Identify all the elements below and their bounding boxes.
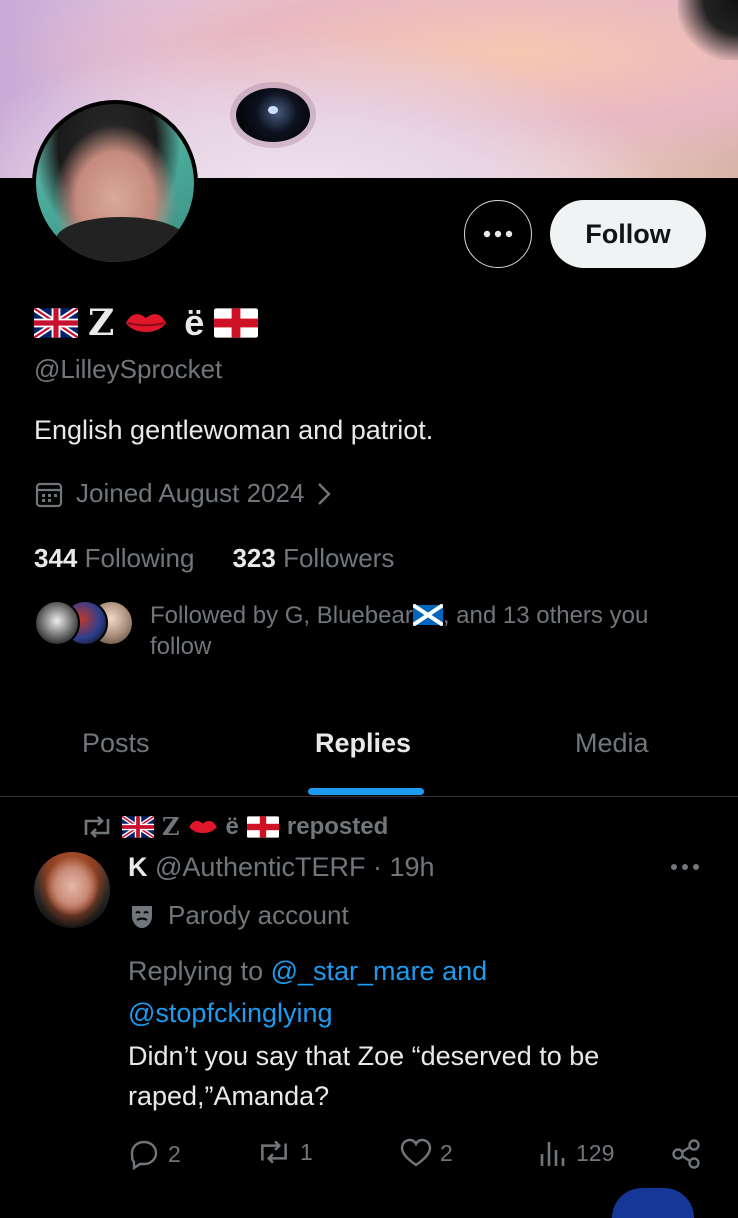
post-actions: 2 1 2 129 [128,1138,708,1178]
lips-icon [126,314,167,332]
joined-text: Joined August 2024 [76,478,305,508]
parody-label: Parody account [128,900,349,931]
banner-dog-eye [236,88,310,142]
repost-context[interactable]: Z ë reposted [80,812,388,841]
like-icon [400,1138,432,1167]
post-author-handle[interactable]: @AuthenticTERF [155,852,365,882]
reply-button[interactable]: 2 [128,1138,181,1170]
repost-name-suffix: ë [225,812,239,840]
followers-link[interactable]: 323 Followers [232,543,394,574]
profile-bio: English gentlewoman and patriot. [34,415,434,445]
scotland-flag-icon [411,603,444,627]
followed-by-row[interactable]: Followed by G, Bluebear , and 13 others … [34,600,690,662]
more-icon [671,864,699,870]
more-icon [483,230,513,238]
repost-icon [261,1140,287,1164]
views-button[interactable]: 129 [538,1138,614,1168]
post-text: Didn’t you say that Zoe “deserved to be … [128,1041,600,1111]
replying-to: Replying to @_star_mare and @stopfckingl… [128,950,688,1034]
avatar-shirt [56,217,186,262]
tabs-divider [0,796,738,797]
profile-avatar[interactable] [32,100,198,266]
repost-label: reposted [286,812,389,840]
lips-icon [188,820,217,833]
share-button[interactable] [670,1138,702,1170]
display-name-suffix: ë [184,302,205,343]
like-button[interactable]: 2 [400,1138,453,1168]
display-name: Z ë [34,302,259,344]
post-author-avatar[interactable] [34,852,110,928]
repost-name-letter: Z [162,812,180,841]
repost-button[interactable]: 1 [256,1138,313,1166]
repost-icon [84,815,110,838]
joined-date-link[interactable]: Joined August 2024 [34,478,332,509]
more-options-button[interactable] [464,200,532,268]
mini-avatar-1 [34,600,80,646]
post-more-button[interactable] [670,858,700,876]
banner-eye-glint [268,106,278,114]
view-count: 129 [576,1139,615,1166]
post-author-name[interactable]: K [128,852,148,882]
reply-count: 2 [168,1140,181,1167]
share-icon [672,1139,700,1169]
followers-count: 323 [232,543,276,573]
banner-shadow [678,0,738,60]
views-icon [540,1142,565,1166]
england-flag-icon [246,815,279,838]
profile-tabs: Posts Replies Media [0,718,738,796]
followed-by-avatars [34,600,134,646]
post-time[interactable]: · 19h [373,852,435,882]
following-label: Following [84,543,195,573]
reply-mention-2[interactable]: @stopfckinglying [128,998,333,1028]
uk-flag-icon [122,815,154,838]
follow-button[interactable]: Follow [550,200,706,268]
profile-handle: @LilleySprocket [34,354,223,384]
tab-posts[interactable]: Posts [82,728,150,759]
profile-stats: 344 Following 323 Followers [34,543,394,574]
reply-icon [130,1140,158,1170]
followed-by-text: Followed by G, Bluebear , and 13 others … [150,600,690,662]
replying-prefix: Replying to [128,956,264,986]
followers-label: Followers [283,543,395,573]
active-tab-indicator [308,788,424,795]
display-name-letter: Z [88,302,115,344]
tab-media[interactable]: Media [575,728,649,759]
following-link[interactable]: 344 Following [34,543,194,574]
reply-mention-1[interactable]: @_star_mare and [271,956,488,986]
tab-replies[interactable]: Replies [315,728,411,759]
uk-flag-icon [34,308,78,338]
chevron-right-icon [318,482,332,505]
repost-count: 1 [300,1138,313,1165]
followed-by-part1: Followed by G, Bluebear [150,602,413,629]
floating-compose-button-edge[interactable] [612,1188,694,1218]
calendar-icon [35,482,63,507]
post-header: K @AuthenticTERF · 19h [128,852,435,883]
parody-mask-icon [132,905,152,928]
parody-text: Parody account [168,900,349,930]
like-count: 2 [440,1139,453,1166]
england-flag-icon [214,308,259,338]
following-count: 344 [34,543,78,573]
